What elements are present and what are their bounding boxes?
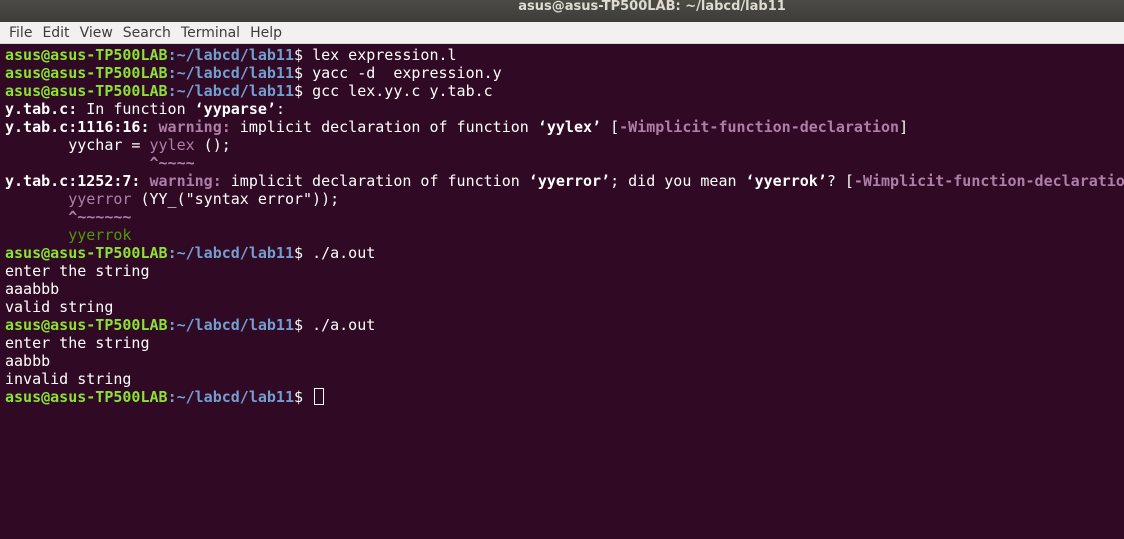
terminal-line: asus@asus-TP500LAB:~/labcd/lab11$ ./a.ou… [5,316,375,334]
terminal-line: yyerror (YY_("syntax error")); [5,190,339,208]
warning-text: ] [899,118,909,136]
prompt-path: :~/labcd/lab11 [167,46,294,64]
command-text: yacc -d expression.y [312,64,502,82]
output-line: enter the string [5,334,150,352]
terminal-line: yychar = yylex (); [5,136,231,154]
input-line: aaabbb [5,280,60,298]
error-function: ‘yyparse’ [194,100,276,118]
menu-search[interactable]: Search [117,22,175,44]
warning-location: y.tab.c:1252:7: [5,172,141,190]
terminal-output[interactable]: asus@asus-TP500LAB:~/labcd/lab11$ lex ex… [0,45,1124,539]
prompt-sign: $ [294,82,313,100]
error-text: : [275,100,285,118]
menu-terminal[interactable]: Terminal [175,22,244,44]
prompt-path: :~/labcd/lab11 [167,64,294,82]
code-highlight: yyerror [68,190,132,208]
command-text: ./a.out [312,316,376,334]
prompt-user: asus@asus-TP500LAB [5,82,168,100]
warning-text: [ [601,118,620,136]
menu-help[interactable]: Help [244,22,286,44]
prompt-user: asus@asus-TP500LAB [5,46,168,64]
warning-text: implicit declaration of function [230,118,538,136]
caret-marker: ^~~~~ [5,154,195,172]
warning-text: ? [ [826,172,854,190]
prompt-sign: $ [294,64,313,82]
warning-label: warning: [140,172,222,190]
prompt-user: asus@asus-TP500LAB [5,244,168,262]
warning-label: warning: [149,118,231,136]
menu-edit[interactable]: Edit [36,22,73,44]
prompt-sign: $ [294,244,313,262]
warning-text: implicit declaration of function [221,172,529,190]
menu-file[interactable]: File [0,22,36,44]
code-text: (); [194,136,231,154]
input-line: aabbb [5,352,51,370]
prompt-sign: $ [294,388,313,406]
prompt-user: asus@asus-TP500LAB [5,388,168,406]
prompt-user: asus@asus-TP500LAB [5,64,168,82]
warning-flag: -Wimplicit-function-declaration [619,118,900,136]
prompt-path: :~/labcd/lab11 [167,316,294,334]
output-line: enter the string [5,262,150,280]
warning-text: ; did you mean [610,172,746,190]
terminal-cursor[interactable] [314,388,325,405]
window-title: asus@asus-TP500LAB: ~/labcd/lab11 [518,0,786,14]
terminal-line: asus@asus-TP500LAB:~/labcd/lab11$ lex ex… [5,46,457,64]
prompt-sign: $ [294,316,313,334]
terminal-line: asus@asus-TP500LAB:~/labcd/lab11$ gcc le… [5,82,493,100]
terminal-line: asus@asus-TP500LAB:~/labcd/lab11$ [5,388,325,406]
code-text: (YY_("syntax error")); [131,190,340,208]
title-bar: asus@asus-TP500LAB: ~/labcd/lab11 [0,0,1124,22]
warning-function: ‘yyerror’ [528,172,611,190]
terminal-window: asus@asus-TP500LAB: ~/labcd/lab11 File Ed… [0,0,1124,539]
command-text: gcc lex.yy.c y.tab.c [312,82,493,100]
warning-function: ‘yylex’ [537,118,602,136]
terminal-line: y.tab.c: In function ‘yyparse’: [5,100,285,118]
terminal-line: y.tab.c:1252:7: warning: implicit declar… [5,172,1124,190]
menu-view[interactable]: View [74,22,117,44]
prompt-path: :~/labcd/lab11 [167,244,294,262]
command-text: ./a.out [312,244,376,262]
error-file: y.tab.c: [5,100,78,118]
prompt-sign: $ [294,46,313,64]
warning-flag: -Wimplicit-function-declaration [853,172,1124,190]
menu-bar: File Edit View Search Terminal Help [0,22,1124,44]
fix-suggestion: yyerrok [5,226,132,244]
output-line: valid string [5,298,114,316]
error-text: In function [77,100,195,118]
prompt-path: :~/labcd/lab11 [167,388,294,406]
output-line: invalid string [5,370,132,388]
terminal-line: asus@asus-TP500LAB:~/labcd/lab11$ yacc -… [5,64,502,82]
command-text: lex expression.l [312,46,457,64]
warning-suggestion: ‘yyerrok’ [745,172,827,190]
warning-location: y.tab.c:1116:16: [5,118,150,136]
caret-marker: ^~~~~~~ [5,208,132,226]
prompt-path: :~/labcd/lab11 [167,82,294,100]
terminal-line: asus@asus-TP500LAB:~/labcd/lab11$ ./a.ou… [5,244,375,262]
prompt-user: asus@asus-TP500LAB [5,316,168,334]
terminal-line: y.tab.c:1116:16: warning: implicit decla… [5,118,908,136]
code-highlight: yylex [149,136,195,154]
code-text: yychar = [5,136,150,154]
